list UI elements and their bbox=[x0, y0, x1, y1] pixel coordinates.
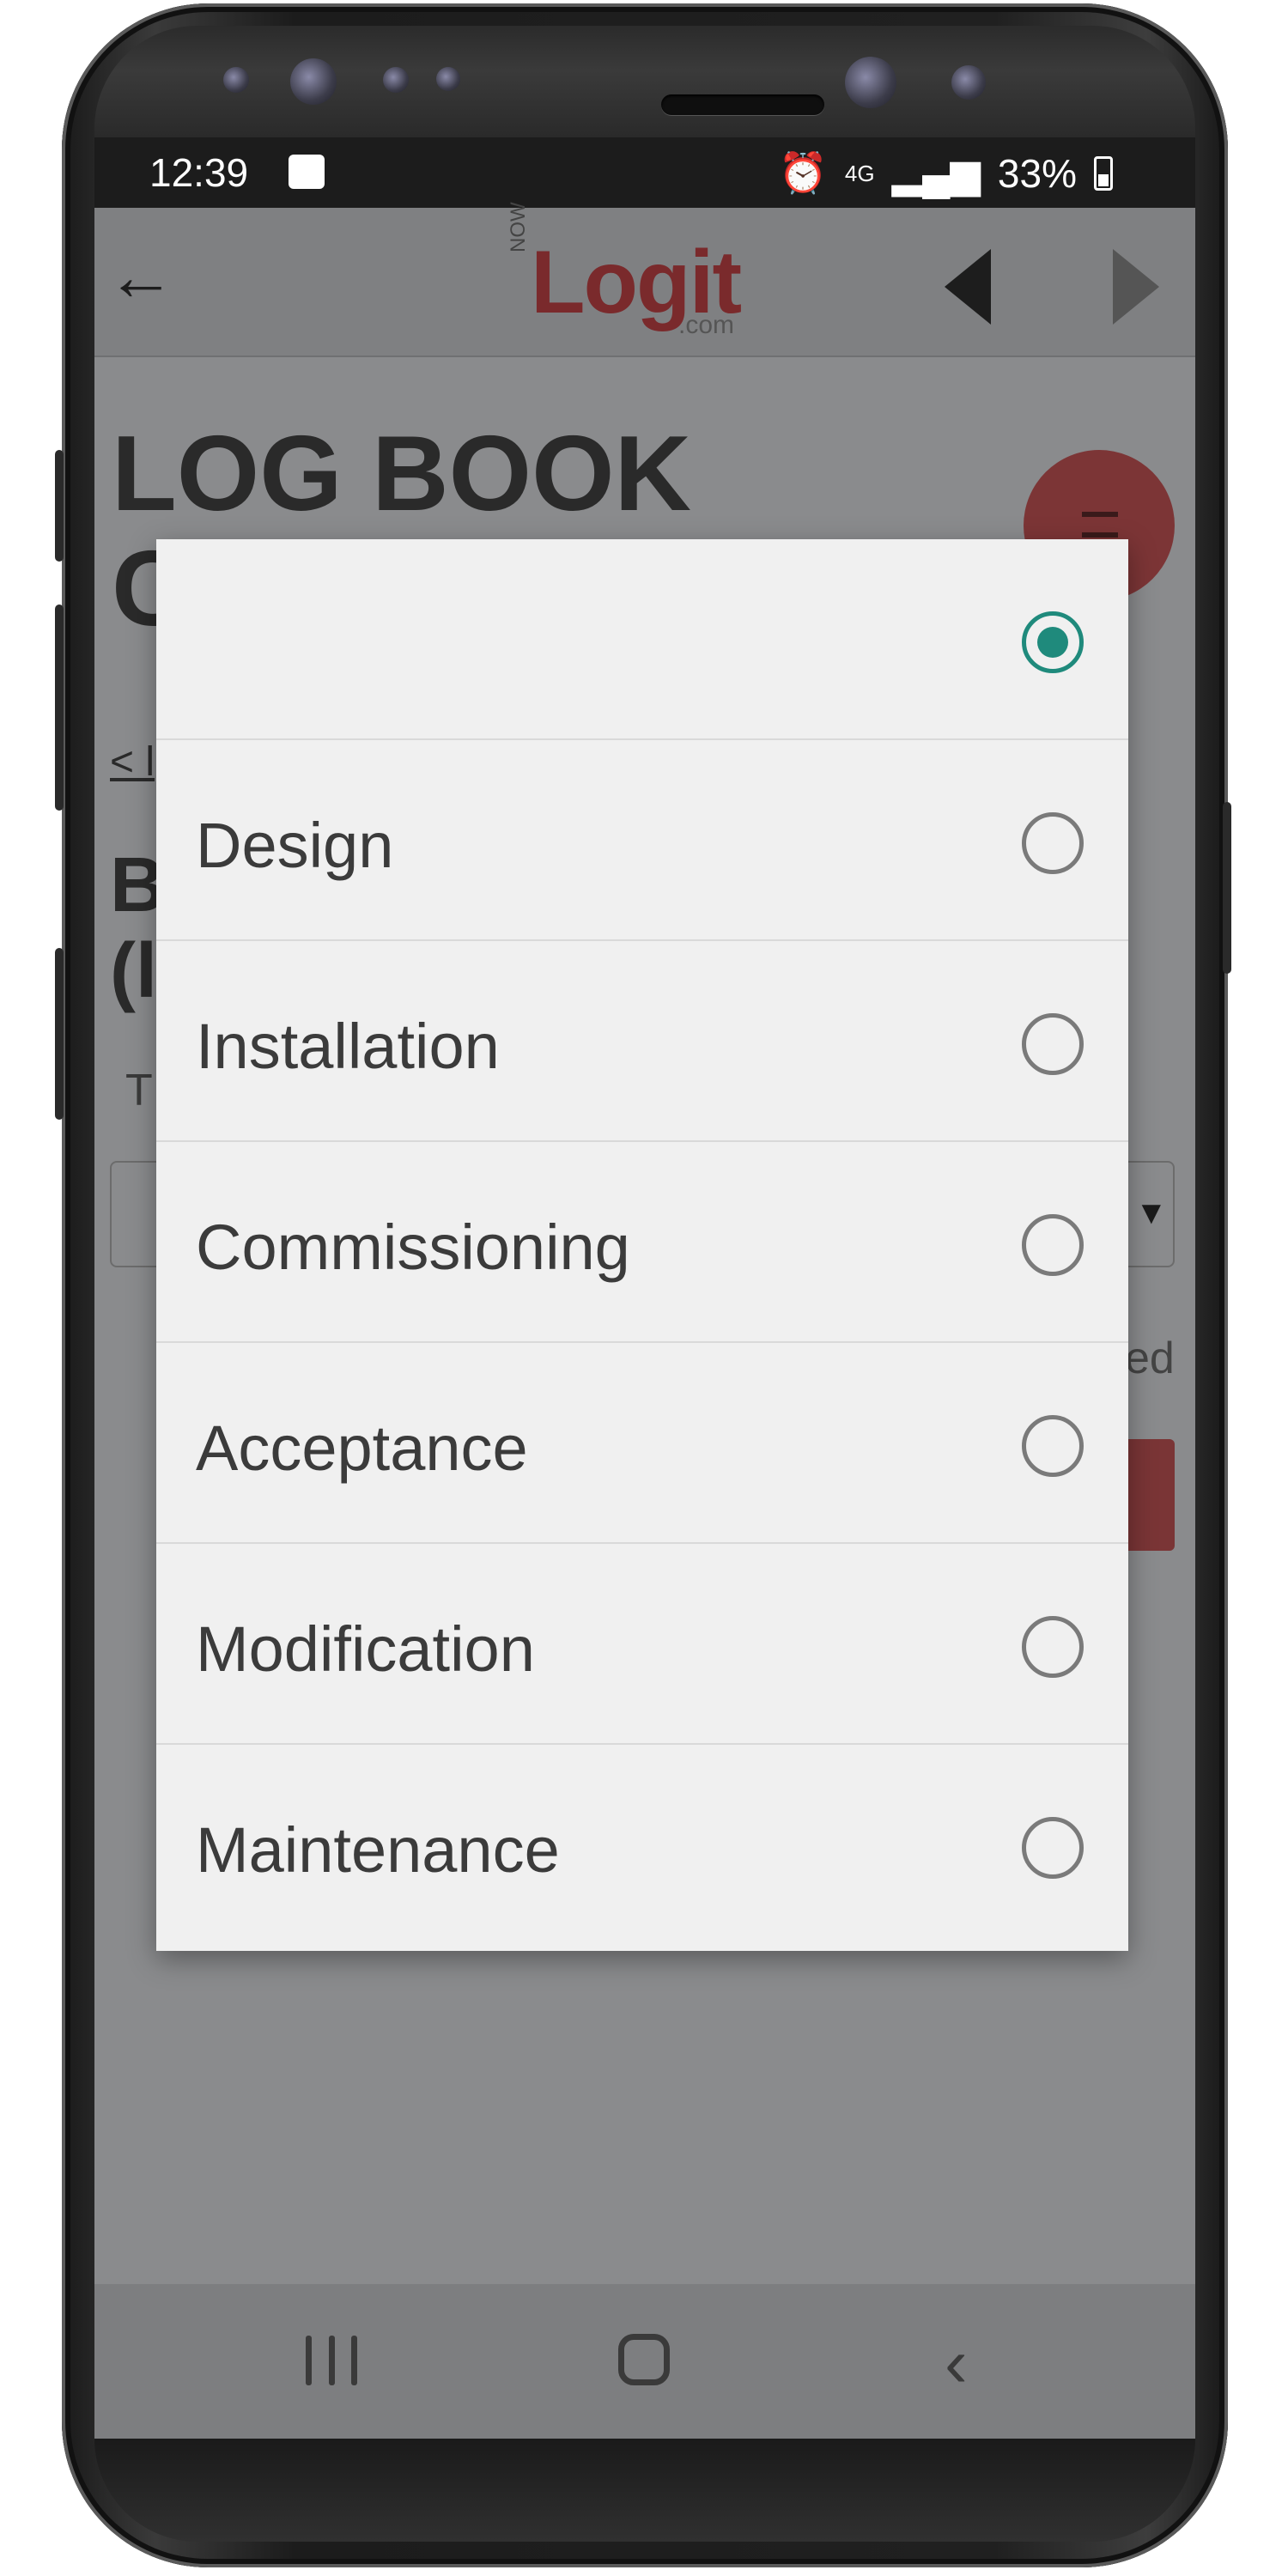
iris-camera bbox=[951, 65, 986, 100]
recents-icon[interactable] bbox=[306, 2336, 357, 2385]
iris-scanner bbox=[290, 58, 337, 105]
option-label: Installation bbox=[196, 1011, 500, 1082]
radio-icon[interactable] bbox=[1022, 812, 1084, 874]
front-camera bbox=[845, 57, 896, 108]
option-modification[interactable]: Modification bbox=[156, 1544, 1128, 1745]
chevron-down-icon: ▼ bbox=[1135, 1195, 1168, 1231]
home-icon[interactable] bbox=[618, 2334, 670, 2385]
action-button[interactable] bbox=[1123, 1439, 1175, 1551]
trailing-text: ed bbox=[1125, 1334, 1175, 1383]
radio-icon[interactable] bbox=[1022, 1817, 1084, 1879]
radio-selected-icon[interactable] bbox=[1022, 611, 1084, 673]
back-icon[interactable]: ‹ bbox=[945, 2329, 968, 2397]
option-blank[interactable] bbox=[156, 539, 1128, 740]
option-maintenance[interactable]: Maintenance bbox=[156, 1745, 1128, 1951]
sensor bbox=[383, 67, 409, 93]
power-button bbox=[1223, 802, 1231, 974]
option-label: Modification bbox=[196, 1613, 535, 1685]
bottom-bezel bbox=[94, 2439, 1195, 2542]
next-icon[interactable] bbox=[1113, 249, 1159, 325]
option-installation[interactable]: Installation bbox=[156, 941, 1128, 1142]
option-commissioning[interactable]: Commissioning bbox=[156, 1142, 1128, 1343]
wifi-icon bbox=[289, 155, 325, 189]
back-link[interactable]: < l bbox=[110, 738, 155, 786]
battery-percent: 33% bbox=[997, 150, 1077, 196]
radio-icon[interactable] bbox=[1022, 1616, 1084, 1678]
network-type: 4G bbox=[844, 160, 875, 186]
screen: 12:39 ⏰ 4G ▂▄▆ 33% ← NOW Logit .com LOG … bbox=[94, 137, 1195, 2439]
option-acceptance[interactable]: Acceptance bbox=[156, 1343, 1128, 1544]
logo: NOW Logit .com bbox=[507, 202, 781, 339]
radio-icon[interactable] bbox=[1022, 1013, 1084, 1075]
app-bar: ← NOW Logit .com bbox=[94, 202, 1195, 357]
volume-up-button bbox=[55, 450, 64, 562]
status-right-group: ⏰ 4G ▂▄▆ 33% bbox=[779, 149, 1113, 197]
type-selection-dialog: Design Installation Commissioning Accept… bbox=[156, 539, 1128, 1951]
radio-icon[interactable] bbox=[1022, 1214, 1084, 1276]
radio-icon[interactable] bbox=[1022, 1415, 1084, 1477]
logo-now: NOW bbox=[507, 202, 530, 252]
back-arrow-icon[interactable]: ← bbox=[106, 242, 175, 311]
logo-com: .com bbox=[678, 311, 735, 339]
battery-icon bbox=[1094, 155, 1113, 191]
option-label: Commissioning bbox=[196, 1212, 630, 1283]
signal-icon: ▂▄▆ bbox=[891, 150, 981, 196]
option-label: Acceptance bbox=[196, 1413, 528, 1484]
field-label: T bbox=[125, 1066, 153, 1115]
status-bar: 12:39 ⏰ 4G ▂▄▆ 33% bbox=[94, 137, 1195, 208]
sensor bbox=[436, 67, 460, 91]
system-nav-bar: ‹ bbox=[94, 2284, 1195, 2439]
bixby-button bbox=[55, 948, 64, 1120]
volume-down-button bbox=[55, 605, 64, 811]
alarm-icon: ⏰ bbox=[778, 150, 828, 195]
top-bezel bbox=[94, 26, 1195, 137]
earpiece-speaker bbox=[661, 94, 824, 115]
option-label: Design bbox=[196, 810, 394, 881]
page-title: LOG BOOK bbox=[112, 415, 692, 533]
option-label: Maintenance bbox=[196, 1814, 560, 1886]
section-subheading: (l bbox=[110, 928, 157, 1014]
menu-icon bbox=[1082, 512, 1118, 538]
option-design[interactable]: Design bbox=[156, 740, 1128, 941]
sensor bbox=[223, 67, 249, 93]
status-time: 12:39 bbox=[149, 150, 249, 195]
previous-icon[interactable] bbox=[945, 249, 991, 325]
